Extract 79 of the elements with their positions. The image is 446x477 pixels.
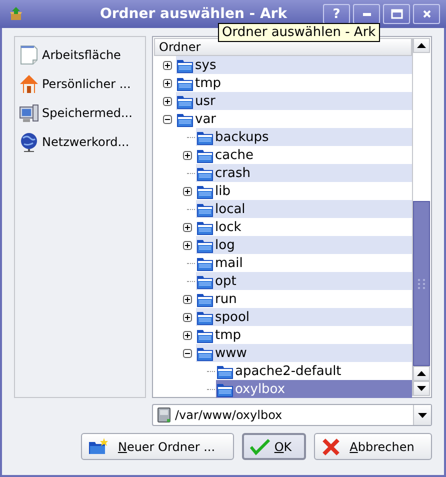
place-item[interactable]: Netzwerkord...: [19, 130, 141, 153]
minimize-button[interactable]: [353, 4, 380, 24]
tree-item[interactable]: cache: [196, 146, 412, 164]
expand-toggle[interactable]: [182, 222, 192, 232]
expand-icon: [182, 186, 192, 196]
expand-icon: [162, 78, 172, 88]
cancel-button[interactable]: Abbrechen: [314, 433, 432, 460]
down-arrow-icon: [417, 386, 426, 392]
dropdown-button[interactable]: [413, 405, 431, 425]
expand-toggle[interactable]: [182, 312, 192, 322]
expand-toggle[interactable]: [182, 240, 192, 250]
expand-icon: [162, 60, 172, 70]
place-item[interactable]: Arbeitsfläche: [19, 43, 141, 66]
scrollbar[interactable]: [412, 38, 430, 396]
computer-icon: [19, 102, 39, 122]
scrollbar-thumb[interactable]: [413, 201, 430, 366]
expand-toggle[interactable]: [182, 330, 192, 340]
up-arrow-icon: [417, 370, 426, 376]
tree-item[interactable]: lib: [196, 182, 412, 200]
tree-item[interactable]: log: [196, 236, 412, 254]
globe-icon: [19, 132, 39, 152]
drive-icon: [156, 407, 172, 423]
caret-icon: [418, 412, 427, 418]
tree-item[interactable]: tmp: [176, 74, 412, 92]
scroll-up-button[interactable]: [413, 38, 430, 53]
expand-icon: [182, 330, 192, 340]
tree-item[interactable]: local: [196, 200, 412, 218]
expand-toggle[interactable]: [182, 186, 192, 196]
tree-item[interactable]: var: [176, 110, 412, 128]
tree-item[interactable]: spool: [196, 308, 412, 326]
ok-button[interactable]: OK: [242, 433, 306, 460]
maximize-button[interactable]: [383, 4, 410, 24]
expand-icon: [162, 96, 172, 106]
collapse-icon: [182, 348, 192, 358]
app-icon: [8, 6, 24, 22]
expand-toggle[interactable]: [162, 114, 172, 124]
tooltip: Ordner auswählen - Ark: [218, 23, 380, 42]
tree-item[interactable]: tmp: [196, 326, 412, 344]
cross-icon: [321, 436, 341, 456]
expand-icon: [182, 240, 192, 250]
new-folder-icon: [88, 436, 108, 456]
tree-item[interactable]: apache2-default: [216, 362, 412, 380]
expand-toggle[interactable]: [162, 96, 172, 106]
expand-icon: [182, 222, 192, 232]
tree-item[interactable]: sys: [176, 56, 412, 74]
tree-item[interactable]: crash: [196, 164, 412, 182]
tree-item[interactable]: www: [196, 344, 412, 362]
expand-icon: [182, 312, 192, 322]
close-icon: [422, 9, 432, 19]
collapse-icon: [162, 114, 172, 124]
maximize-icon: [390, 9, 402, 19]
window-title: Ordner auswählen - Ark: [98, 6, 288, 22]
expand-icon: [182, 294, 192, 304]
close-button[interactable]: [413, 4, 440, 24]
up-arrow-icon: [417, 42, 426, 48]
tree-item[interactable]: lock: [196, 218, 412, 236]
expand-toggle[interactable]: [162, 78, 172, 88]
path-text: /var/www/oxylbox: [175, 408, 284, 422]
expand-icon: [182, 150, 192, 160]
scroll-down-button[interactable]: [413, 381, 430, 396]
scroll-up-button[interactable]: [413, 366, 430, 381]
tree-item[interactable]: backups: [196, 128, 412, 146]
expand-toggle[interactable]: [182, 150, 192, 160]
grip-icon: [418, 278, 426, 288]
house-icon: [19, 74, 39, 94]
expand-toggle[interactable]: [182, 348, 192, 358]
tree-item[interactable]: opt: [196, 272, 412, 290]
checkmark-icon: [250, 436, 270, 456]
place-item[interactable]: Speichermed...: [19, 101, 141, 124]
tree-item[interactable]: run: [196, 290, 412, 308]
document-icon: [19, 44, 39, 64]
tree-item[interactable]: usr: [176, 92, 412, 110]
place-item[interactable]: Persönlicher ...: [19, 72, 141, 95]
tree-item[interactable]: oxylbox: [216, 380, 412, 398]
tree-item[interactable]: mail: [196, 254, 412, 272]
path-combo-box[interactable]: /var/www/oxylbox: [152, 404, 432, 426]
expand-toggle[interactable]: [162, 60, 172, 70]
new-folder-button[interactable]: Neuer Ordner ...: [81, 433, 234, 460]
expand-toggle[interactable]: [182, 294, 192, 304]
